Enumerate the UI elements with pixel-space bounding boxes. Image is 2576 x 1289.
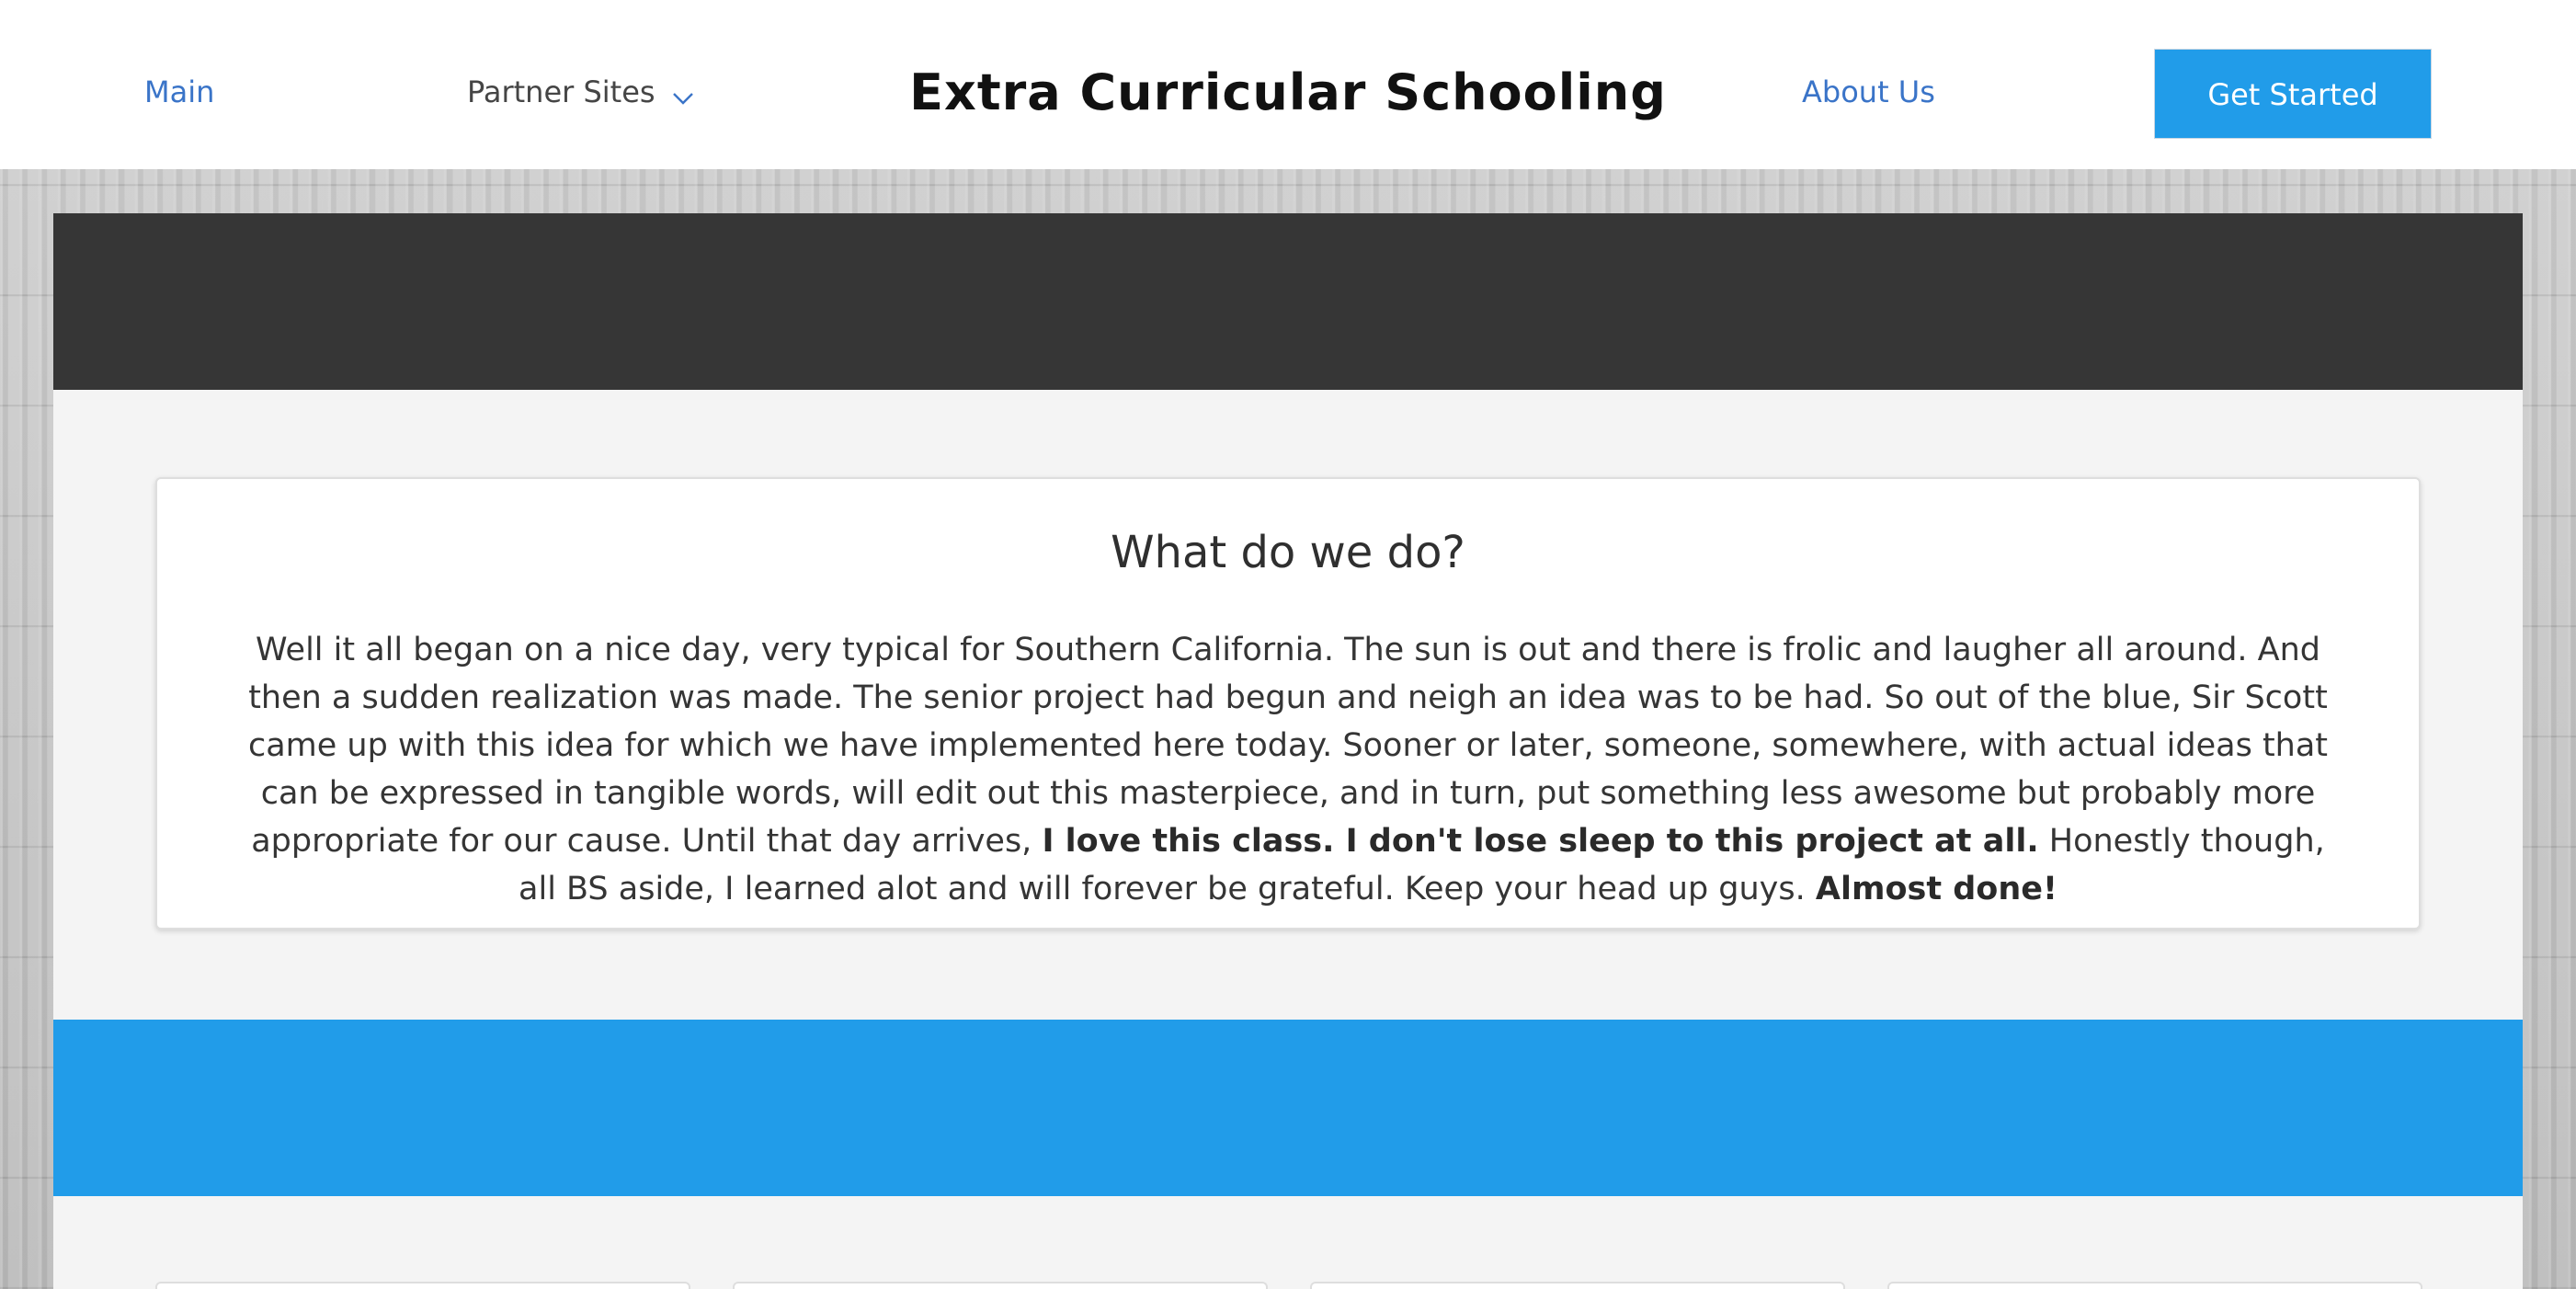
blue-banner-strip: [53, 1020, 2523, 1196]
dark-banner-strip: [53, 213, 2523, 390]
feature-card-3: [1310, 1282, 1845, 1289]
get-started-button[interactable]: Get Started: [2154, 49, 2432, 139]
chevron-down-icon: [672, 79, 694, 105]
feature-card-1: [155, 1282, 690, 1289]
what-we-do-card: What do we do? Well it all began on a ni…: [155, 477, 2421, 930]
nav-about-us-link[interactable]: About Us: [1802, 72, 1935, 112]
card-paragraph-bold-statement: I love this class. I don't lose sleep to…: [1042, 823, 2039, 860]
nav-partner-sites-label: Partner Sites: [467, 74, 655, 109]
nav-partner-sites-dropdown[interactable]: Partner Sites: [467, 72, 694, 112]
feature-card-2: [733, 1282, 1268, 1289]
nav-main-link[interactable]: Main: [144, 72, 214, 112]
main-content-column: What do we do? Well it all began on a ni…: [53, 213, 2523, 1289]
site-title-text[interactable]: Extra Curricular Schooling: [909, 63, 1667, 121]
card-paragraph-bold-closing: Almost done!: [1815, 871, 2057, 907]
card-paragraph: Well it all began on a nice day, very ty…: [247, 626, 2329, 913]
site-header: Main Partner Sites Extra Curricular Scho…: [0, 0, 2576, 169]
feature-card-4: [1887, 1282, 2422, 1289]
card-title: What do we do?: [1111, 527, 1465, 578]
